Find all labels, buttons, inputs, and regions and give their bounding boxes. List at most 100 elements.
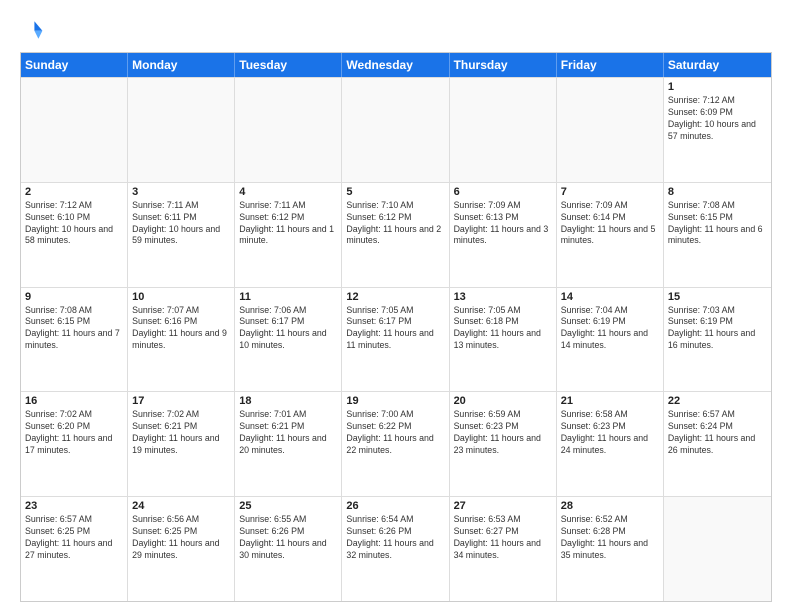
day-info: Sunrise: 6:57 AM Sunset: 6:25 PM Dayligh…: [25, 514, 123, 562]
empty-cell: [235, 78, 342, 182]
day-number: 10: [132, 291, 230, 303]
day-cell-21: 21 Sunrise: 6:58 AM Sunset: 6:23 PM Dayli…: [557, 392, 664, 496]
day-info: Sunrise: 7:09 AM Sunset: 6:13 PM Dayligh…: [454, 200, 552, 248]
day-number: 19: [346, 395, 444, 407]
day-info: Sunrise: 6:53 AM Sunset: 6:27 PM Dayligh…: [454, 514, 552, 562]
day-number: 4: [239, 186, 337, 198]
day-cell-6: 6 Sunrise: 7:09 AM Sunset: 6:13 PM Daylig…: [450, 183, 557, 287]
empty-cell: [21, 78, 128, 182]
day-cell-23: 23 Sunrise: 6:57 AM Sunset: 6:25 PM Dayli…: [21, 497, 128, 601]
day-cell-16: 16 Sunrise: 7:02 AM Sunset: 6:20 PM Dayli…: [21, 392, 128, 496]
day-number: 22: [668, 395, 767, 407]
day-info: Sunrise: 7:09 AM Sunset: 6:14 PM Dayligh…: [561, 200, 659, 248]
calendar-week-1: 1 Sunrise: 7:12 AM Sunset: 6:09 PM Daylig…: [21, 77, 771, 182]
calendar-week-2: 2 Sunrise: 7:12 AM Sunset: 6:10 PM Daylig…: [21, 182, 771, 287]
day-info: Sunrise: 7:02 AM Sunset: 6:21 PM Dayligh…: [132, 409, 230, 457]
day-number: 20: [454, 395, 552, 407]
day-cell-14: 14 Sunrise: 7:04 AM Sunset: 6:19 PM Dayli…: [557, 288, 664, 392]
day-info: Sunrise: 7:02 AM Sunset: 6:20 PM Dayligh…: [25, 409, 123, 457]
day-number: 8: [668, 186, 767, 198]
day-number: 5: [346, 186, 444, 198]
day-info: Sunrise: 7:01 AM Sunset: 6:21 PM Dayligh…: [239, 409, 337, 457]
day-info: Sunrise: 7:05 AM Sunset: 6:18 PM Dayligh…: [454, 305, 552, 353]
header-day-saturday: Saturday: [664, 53, 771, 77]
empty-cell: [128, 78, 235, 182]
day-cell-10: 10Sunrise: 7:07 AM Sunset: 6:16 PM Dayli…: [128, 288, 235, 392]
day-number: 6: [454, 186, 552, 198]
day-info: Sunrise: 7:05 AM Sunset: 6:17 PM Dayligh…: [346, 305, 444, 353]
day-cell-28: 28 Sunrise: 6:52 AM Sunset: 6:28 PM Dayli…: [557, 497, 664, 601]
day-cell-27: 27 Sunrise: 6:53 AM Sunset: 6:27 PM Dayli…: [450, 497, 557, 601]
day-cell-9: 9 Sunrise: 7:08 AM Sunset: 6:15 PM Daylig…: [21, 288, 128, 392]
day-info: Sunrise: 7:04 AM Sunset: 6:19 PM Dayligh…: [561, 305, 659, 353]
day-info: Sunrise: 7:06 AM Sunset: 6:17 PM Dayligh…: [239, 305, 337, 353]
day-number: 14: [561, 291, 659, 303]
day-number: 18: [239, 395, 337, 407]
day-info: Sunrise: 7:11 AM Sunset: 6:12 PM Dayligh…: [239, 200, 337, 248]
day-info: Sunrise: 7:08 AM Sunset: 6:15 PM Dayligh…: [25, 305, 123, 353]
day-cell-13: 13Sunrise: 7:05 AM Sunset: 6:18 PM Dayli…: [450, 288, 557, 392]
day-info: Sunrise: 7:11 AM Sunset: 6:11 PM Dayligh…: [132, 200, 230, 248]
calendar-week-5: 23 Sunrise: 6:57 AM Sunset: 6:25 PM Dayli…: [21, 496, 771, 601]
day-info: Sunrise: 6:56 AM Sunset: 6:25 PM Dayligh…: [132, 514, 230, 562]
header: [20, 18, 772, 42]
header-day-friday: Friday: [557, 53, 664, 77]
day-number: 17: [132, 395, 230, 407]
day-number: 2: [25, 186, 123, 198]
calendar-week-4: 16 Sunrise: 7:02 AM Sunset: 6:20 PM Dayli…: [21, 391, 771, 496]
calendar-week-3: 9 Sunrise: 7:08 AM Sunset: 6:15 PM Daylig…: [21, 287, 771, 392]
day-info: Sunrise: 6:58 AM Sunset: 6:23 PM Dayligh…: [561, 409, 659, 457]
header-day-thursday: Thursday: [450, 53, 557, 77]
day-info: Sunrise: 6:52 AM Sunset: 6:28 PM Dayligh…: [561, 514, 659, 562]
page: SundayMondayTuesdayWednesdayThursdayFrid…: [0, 0, 792, 612]
day-number: 3: [132, 186, 230, 198]
calendar-body: 1 Sunrise: 7:12 AM Sunset: 6:09 PM Daylig…: [21, 77, 771, 601]
empty-cell: [450, 78, 557, 182]
day-info: Sunrise: 6:57 AM Sunset: 6:24 PM Dayligh…: [668, 409, 767, 457]
empty-cell: [664, 497, 771, 601]
header-day-sunday: Sunday: [21, 53, 128, 77]
day-cell-4: 4 Sunrise: 7:11 AM Sunset: 6:12 PM Daylig…: [235, 183, 342, 287]
day-number: 9: [25, 291, 123, 303]
day-cell-19: 19 Sunrise: 7:00 AM Sunset: 6:22 PM Dayli…: [342, 392, 449, 496]
day-cell-1: 1 Sunrise: 7:12 AM Sunset: 6:09 PM Daylig…: [664, 78, 771, 182]
day-info: Sunrise: 7:12 AM Sunset: 6:09 PM Dayligh…: [668, 95, 767, 143]
day-cell-25: 25 Sunrise: 6:55 AM Sunset: 6:26 PM Dayli…: [235, 497, 342, 601]
day-number: 16: [25, 395, 123, 407]
day-info: Sunrise: 7:10 AM Sunset: 6:12 PM Dayligh…: [346, 200, 444, 248]
day-number: 15: [668, 291, 767, 303]
day-number: 26: [346, 500, 444, 512]
day-cell-7: 7 Sunrise: 7:09 AM Sunset: 6:14 PM Daylig…: [557, 183, 664, 287]
day-cell-24: 24 Sunrise: 6:56 AM Sunset: 6:25 PM Dayli…: [128, 497, 235, 601]
day-number: 21: [561, 395, 659, 407]
day-number: 1: [668, 81, 767, 93]
empty-cell: [557, 78, 664, 182]
day-number: 28: [561, 500, 659, 512]
day-number: 23: [25, 500, 123, 512]
empty-cell: [342, 78, 449, 182]
day-info: Sunrise: 7:00 AM Sunset: 6:22 PM Dayligh…: [346, 409, 444, 457]
day-cell-22: 22 Sunrise: 6:57 AM Sunset: 6:24 PM Dayli…: [664, 392, 771, 496]
day-number: 7: [561, 186, 659, 198]
day-cell-26: 26Sunrise: 6:54 AM Sunset: 6:26 PM Dayli…: [342, 497, 449, 601]
day-number: 25: [239, 500, 337, 512]
day-info: Sunrise: 7:12 AM Sunset: 6:10 PM Dayligh…: [25, 200, 123, 248]
day-number: 24: [132, 500, 230, 512]
day-cell-2: 2 Sunrise: 7:12 AM Sunset: 6:10 PM Daylig…: [21, 183, 128, 287]
header-day-wednesday: Wednesday: [342, 53, 449, 77]
day-info: Sunrise: 6:59 AM Sunset: 6:23 PM Dayligh…: [454, 409, 552, 457]
day-info: Sunrise: 7:08 AM Sunset: 6:15 PM Dayligh…: [668, 200, 767, 248]
day-cell-11: 11Sunrise: 7:06 AM Sunset: 6:17 PM Dayli…: [235, 288, 342, 392]
day-cell-8: 8 Sunrise: 7:08 AM Sunset: 6:15 PM Daylig…: [664, 183, 771, 287]
day-number: 12: [346, 291, 444, 303]
day-cell-12: 12 Sunrise: 7:05 AM Sunset: 6:17 PM Dayli…: [342, 288, 449, 392]
day-number: 27: [454, 500, 552, 512]
day-cell-15: 15Sunrise: 7:03 AM Sunset: 6:19 PM Dayli…: [664, 288, 771, 392]
header-day-tuesday: Tuesday: [235, 53, 342, 77]
logo-icon: [20, 18, 44, 42]
day-info: Sunrise: 6:55 AM Sunset: 6:26 PM Dayligh…: [239, 514, 337, 562]
day-cell-18: 18 Sunrise: 7:01 AM Sunset: 6:21 PM Dayli…: [235, 392, 342, 496]
day-cell-17: 17 Sunrise: 7:02 AM Sunset: 6:21 PM Dayli…: [128, 392, 235, 496]
day-cell-5: 5 Sunrise: 7:10 AM Sunset: 6:12 PM Daylig…: [342, 183, 449, 287]
header-day-monday: Monday: [128, 53, 235, 77]
